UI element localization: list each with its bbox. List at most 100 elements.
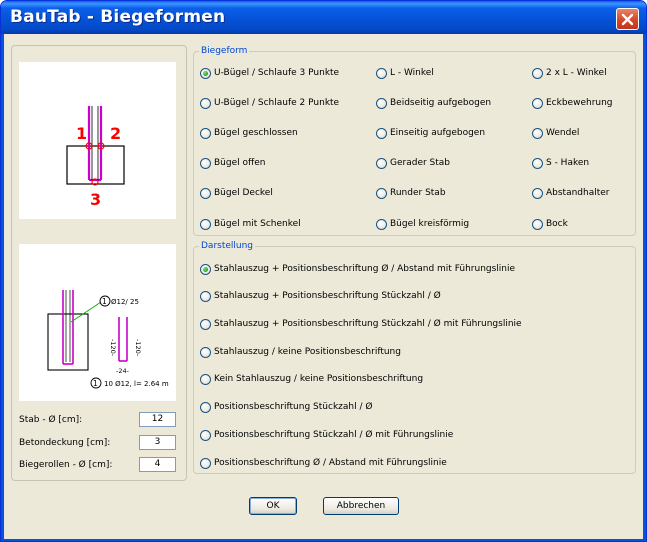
radio-label: Kein Stahlauszug / keine Positionsbeschr… xyxy=(214,374,424,384)
radio-label: Stahlauszug / keine Positionsbeschriftun… xyxy=(214,347,401,357)
radio-label: Beidseitig aufgebogen xyxy=(390,98,492,108)
radio-beidseitig-aufgebogen[interactable]: Beidseitig aufgebogen xyxy=(376,97,491,109)
window-frame-right xyxy=(643,34,646,541)
leg-right-dimension: -120- xyxy=(134,339,142,357)
radio-indicator xyxy=(200,401,211,413)
radio-label: Stahlauszug + Positionsbeschriftung Stüc… xyxy=(214,319,522,329)
close-icon xyxy=(621,13,634,25)
leg-left-dimension: -120- xyxy=(109,339,117,357)
radio-gerader-stab[interactable]: Gerader Stab xyxy=(376,157,450,169)
radio-indicator xyxy=(376,187,387,199)
ok-button[interactable]: OK xyxy=(249,497,297,515)
window-title: BauTab - Biegeformen xyxy=(10,7,226,27)
diameter-spacing-label: Ø12/ 25 xyxy=(111,298,139,306)
radio-indicator xyxy=(200,263,211,275)
radio-label: Gerader Stab xyxy=(390,158,451,168)
biegerollen-label: Biegerollen - Ø [cm]: xyxy=(19,460,113,470)
radio-buegel-offen[interactable]: Bügel offen xyxy=(200,157,265,169)
radio-label: Bügel kreisförmig xyxy=(390,219,470,229)
radio-indicator xyxy=(200,187,211,199)
bottom-dimension: -24- xyxy=(116,367,130,375)
radio-u-buegel-2[interactable]: U-Bügel / Schlaufe 2 Punkte xyxy=(200,97,339,109)
betondeckung-label: Betondeckung [cm]: xyxy=(19,438,111,448)
radio-wendel[interactable]: Wendel xyxy=(532,127,579,139)
radio-label: U-Bügel / Schlaufe 2 Punkte xyxy=(214,98,340,108)
radio-indicator xyxy=(200,346,211,358)
radio-label: Abstandhalter xyxy=(546,188,610,198)
radio-indicator xyxy=(200,67,211,79)
radio-darstellung-4[interactable]: Stahlauszug / keine Positionsbeschriftun… xyxy=(200,346,401,358)
radio-einseitig-aufgebogen[interactable]: Einseitig aufgebogen xyxy=(376,127,485,139)
radio-label: Positionsbeschriftung Ø / Abstand mit Fü… xyxy=(214,458,447,468)
radio-indicator xyxy=(532,67,543,79)
close-button[interactable] xyxy=(616,8,639,30)
radio-indicator xyxy=(376,127,387,139)
radio-label: Positionsbeschriftung Stückzahl / Ø mit … xyxy=(214,430,454,440)
radio-buegel-deckel[interactable]: Bügel Deckel xyxy=(200,187,273,199)
shape-preview: 1 2 3 xyxy=(19,62,176,219)
radio-label: Einseitig aufgebogen xyxy=(390,128,486,138)
radio-runder-stab[interactable]: Runder Stab xyxy=(376,187,446,199)
radio-darstellung-1[interactable]: Stahlauszug + Positionsbeschriftung Ø / … xyxy=(200,263,515,275)
radio-darstellung-8[interactable]: Positionsbeschriftung Ø / Abstand mit Fü… xyxy=(200,457,447,469)
window-frame-left xyxy=(1,34,4,541)
radio-indicator xyxy=(376,218,387,230)
radio-indicator xyxy=(376,157,387,169)
radio-label: S - Haken xyxy=(546,158,590,168)
summary-position-number: 1 xyxy=(93,379,98,388)
radio-label: Bügel offen xyxy=(214,158,266,168)
point-label-3: 3 xyxy=(90,190,101,209)
radio-indicator xyxy=(200,429,211,441)
radio-indicator xyxy=(532,218,543,230)
dialog-window: BauTab - Biegeformen 1 2 3 1 Ø12/ 25 -12… xyxy=(0,0,647,542)
radio-label: 2 x L - Winkel xyxy=(546,68,607,78)
radio-label: Bügel mit Schenkel xyxy=(214,219,301,229)
point-label-2: 2 xyxy=(110,124,121,143)
biegerollen-input[interactable]: 4 xyxy=(139,457,176,472)
radio-buegel-geschlossen[interactable]: Bügel geschlossen xyxy=(200,127,298,139)
radio-darstellung-2[interactable]: Stahlauszug + Positionsbeschriftung Stüc… xyxy=(200,290,441,302)
radio-label: U-Bügel / Schlaufe 3 Punkte xyxy=(214,68,340,78)
radio-u-buegel-3[interactable]: U-Bügel / Schlaufe 3 Punkte xyxy=(200,67,339,79)
radio-indicator xyxy=(200,457,211,469)
radio-indicator xyxy=(532,127,543,139)
radio-2x-l-winkel[interactable]: 2 x L - Winkel xyxy=(532,67,607,79)
radio-eckbewehrung[interactable]: Eckbewehrung xyxy=(532,97,613,109)
radio-indicator xyxy=(376,97,387,109)
radio-label: Stahlauszug + Positionsbeschriftung Ø / … xyxy=(214,264,516,274)
radio-darstellung-3[interactable]: Stahlauszug + Positionsbeschriftung Stüc… xyxy=(200,318,522,330)
radio-indicator xyxy=(532,187,543,199)
radio-buegel-mit-schenkel[interactable]: Bügel mit Schenkel xyxy=(200,218,301,230)
radio-label: Positionsbeschriftung Stückzahl / Ø xyxy=(214,402,373,412)
radio-abstandhalter[interactable]: Abstandhalter xyxy=(532,187,610,199)
radio-indicator xyxy=(532,157,543,169)
radio-l-winkel[interactable]: L - Winkel xyxy=(376,67,434,79)
point-label-1: 1 xyxy=(76,124,87,143)
position-number: 1 xyxy=(102,297,107,306)
radio-bock[interactable]: Bock xyxy=(532,218,568,230)
radio-indicator xyxy=(376,67,387,79)
cancel-button[interactable]: Abbrechen xyxy=(323,497,399,515)
radio-buegel-kreisfoermig[interactable]: Bügel kreisförmig xyxy=(376,218,469,230)
radio-label: L - Winkel xyxy=(390,68,434,78)
betondeckung-input[interactable]: 3 xyxy=(139,435,176,450)
stab-input[interactable]: 12 xyxy=(139,412,176,427)
radio-indicator xyxy=(200,157,211,169)
darstellung-group-title: Darstellung xyxy=(199,240,256,252)
title-bar[interactable]: BauTab - Biegeformen xyxy=(1,1,646,34)
radio-indicator xyxy=(200,218,211,230)
summary-text: 10 Ø12, l= 2.64 m xyxy=(104,380,169,388)
radio-label: Eckbewehrung xyxy=(546,98,613,108)
radio-darstellung-6[interactable]: Positionsbeschriftung Stückzahl / Ø xyxy=(200,401,372,413)
radio-s-haken[interactable]: S - Haken xyxy=(532,157,589,169)
biegeform-group-title: Biegeform xyxy=(199,45,250,57)
radio-darstellung-7[interactable]: Positionsbeschriftung Stückzahl / Ø mit … xyxy=(200,429,453,441)
drawing-preview-svg: 1 Ø12/ 25 -120- -120- -24- 1 10 Ø12, l= … xyxy=(47,290,169,389)
drawing-preview: 1 Ø12/ 25 -120- -120- -24- 1 10 Ø12, l= … xyxy=(19,244,176,401)
radio-indicator xyxy=(200,97,211,109)
radio-darstellung-5[interactable]: Kein Stahlauszug / keine Positionsbeschr… xyxy=(200,373,423,385)
radio-indicator xyxy=(200,373,211,385)
shape-preview-drawing: 1 2 3 xyxy=(66,106,125,209)
radio-label: Bügel Deckel xyxy=(214,188,273,198)
radio-label: Bügel geschlossen xyxy=(214,128,298,138)
